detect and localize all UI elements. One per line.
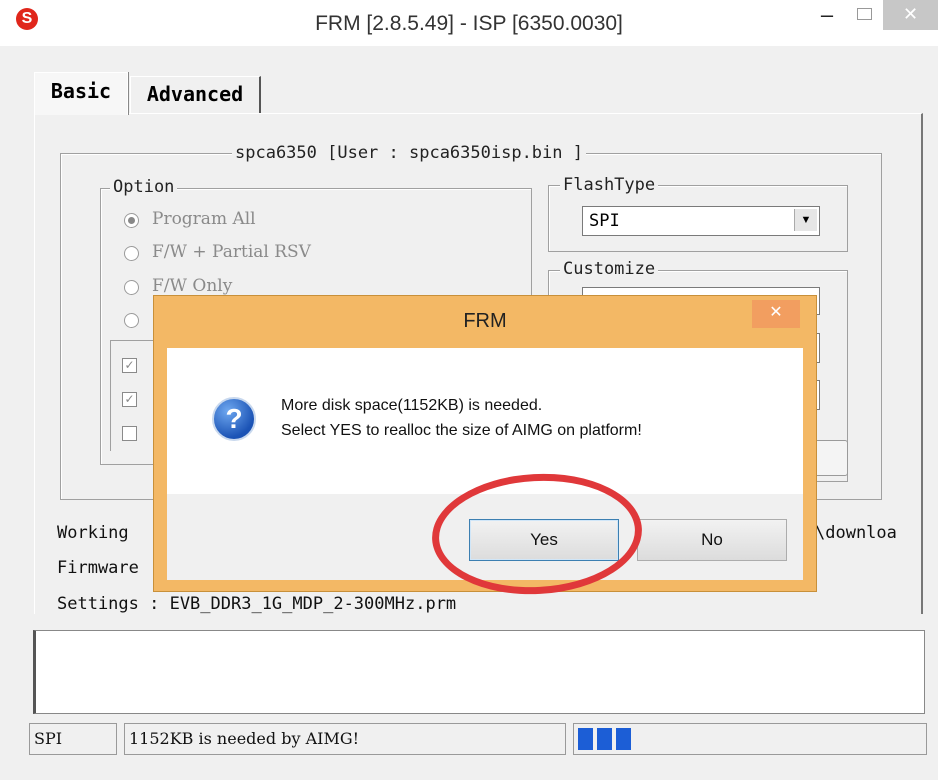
- tab-basic[interactable]: Basic: [34, 72, 128, 115]
- progress-bar: [573, 723, 927, 755]
- dialog-body: ? More disk space(1152KB) is needed. Sel…: [167, 348, 803, 494]
- close-button[interactable]: ✕: [883, 0, 938, 30]
- checkbox-1[interactable]: ✓: [122, 358, 137, 373]
- radio-fw-partial-rsv-label: F/W + Partial RSV: [152, 242, 311, 262]
- question-icon: ?: [212, 397, 256, 441]
- progress-block: [597, 728, 612, 750]
- radio-program-all[interactable]: [124, 213, 139, 228]
- option-group-legend: Option: [110, 177, 178, 197]
- progress-block: [616, 728, 631, 750]
- firmware-label: Firmware: [57, 558, 139, 578]
- dialog-close-button[interactable]: ✕: [752, 300, 800, 328]
- flashtype-legend: FlashType: [560, 175, 659, 195]
- log-textarea[interactable]: [33, 630, 925, 714]
- status-message: 1152KB is needed by AIMG!: [124, 723, 566, 755]
- maximize-button[interactable]: [848, 2, 882, 32]
- progress-block: [578, 728, 593, 750]
- working-label: Working: [57, 523, 129, 543]
- working-path-tail: \downloa: [815, 523, 897, 543]
- customize-legend: Customize: [560, 259, 659, 279]
- dialog-message-line2: Select YES to realloc the size of AIMG o…: [281, 422, 642, 439]
- flashtype-select[interactable]: SPI ▼: [582, 206, 820, 236]
- window-title: FRM [2.8.5.49] - ISP [6350.0030]: [315, 12, 623, 35]
- radio-program-all-label: Program All: [152, 209, 256, 229]
- settings-line: Settings : EVB_DDR3_1G_MDP_2-300MHz.prm: [57, 594, 457, 614]
- status-flash-text: SPI: [34, 729, 63, 748]
- radio-option-4[interactable]: [124, 313, 139, 328]
- chevron-down-icon[interactable]: ▼: [794, 209, 817, 231]
- radio-fw-only[interactable]: [124, 280, 139, 295]
- main-group-legend: spca6350 [User : spca6350isp.bin ]: [232, 143, 586, 163]
- checkbox-2[interactable]: ✓: [122, 392, 137, 407]
- flashtype-value: SPI: [589, 211, 620, 231]
- dialog-message-line1: More disk space(1152KB) is needed.: [281, 397, 543, 414]
- radio-fw-partial-rsv[interactable]: [124, 246, 139, 261]
- status-message-text: 1152KB is needed by AIMG!: [129, 729, 360, 748]
- no-button[interactable]: No: [637, 519, 787, 561]
- tab-advanced[interactable]: Advanced: [130, 76, 261, 113]
- maximize-icon: [857, 8, 872, 20]
- minimize-button[interactable]: –: [810, 2, 844, 32]
- radio-fw-only-label: F/W Only: [152, 276, 233, 296]
- checkbox-3[interactable]: [122, 426, 137, 441]
- status-flash-type: SPI: [29, 723, 117, 755]
- dialog-title: FRM: [463, 310, 507, 332]
- title-bar: S FRM [2.8.5.49] - ISP [6350.0030] – ✕: [0, 0, 938, 46]
